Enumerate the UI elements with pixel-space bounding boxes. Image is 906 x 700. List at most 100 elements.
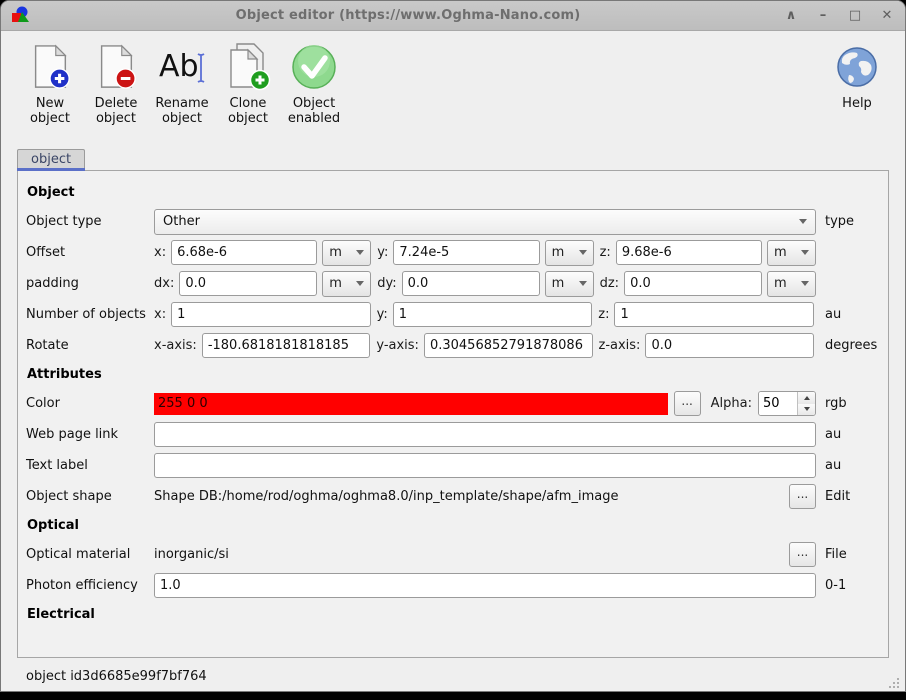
text-label-unit: au xyxy=(816,458,880,473)
number-of-objects-label: Number of objects xyxy=(26,307,154,322)
toolbar: New object Delete object Ab Rename ob xyxy=(1,31,905,146)
maximize-button[interactable]: □ xyxy=(847,8,863,23)
padding-dx-label: dx: xyxy=(154,276,174,291)
delete-object-button[interactable]: Delete object xyxy=(83,41,149,127)
rotate-x-input[interactable] xyxy=(202,333,371,358)
offset-x-input[interactable] xyxy=(171,240,317,265)
tool-button-label: Help xyxy=(842,96,872,111)
offset-y-input[interactable] xyxy=(393,240,539,265)
rotate-z-axis-label: z-axis: xyxy=(599,338,641,353)
object-shape-browse-button[interactable]: ... xyxy=(789,484,816,509)
content-area: object Object Object type Other type Off… xyxy=(1,146,905,658)
new-object-icon xyxy=(25,41,75,93)
color-row: Color 255 0 0 ... Alpha: rgb xyxy=(26,388,880,419)
app-logo-icon xyxy=(9,4,33,28)
object-type-row: Object type Other type xyxy=(26,206,880,237)
web-page-link-input[interactable] xyxy=(154,422,816,447)
nz-input[interactable] xyxy=(614,302,814,327)
chevron-down-icon xyxy=(579,281,587,286)
ny-input[interactable] xyxy=(393,302,593,327)
shade-button[interactable]: ∧ xyxy=(783,8,799,23)
object-enabled-button[interactable]: Object enabled xyxy=(281,41,347,127)
section-heading-attributes: Attributes xyxy=(26,361,880,388)
offset-y-label: y: xyxy=(377,245,388,260)
chevron-down-icon xyxy=(799,219,807,224)
clone-object-button[interactable]: Clone object xyxy=(215,41,281,127)
padding-dx-input[interactable] xyxy=(179,271,317,296)
nx-input[interactable] xyxy=(171,302,371,327)
padding-dy-unit-select[interactable]: m xyxy=(545,271,594,297)
color-label: Color xyxy=(26,396,154,411)
section-heading-electrical: Electrical xyxy=(26,601,880,628)
offset-x-unit-select[interactable]: m xyxy=(322,240,371,266)
object-shape-row: Object shape Shape DB:/home/rod/oghma/og… xyxy=(26,481,880,512)
titlebar: Object editor (https://www.Oghma-Nano.co… xyxy=(1,1,905,31)
optical-material-browse-button[interactable]: ... xyxy=(789,542,816,567)
minimize-button[interactable]: – xyxy=(815,8,831,23)
rotate-row: Rotate x-axis: y-axis: z-axis: degrees xyxy=(26,330,880,361)
rotate-y-input[interactable] xyxy=(424,333,593,358)
number-of-objects-row: Number of objects x: y: z: au xyxy=(26,299,880,330)
tool-button-label: Rename object xyxy=(149,96,215,127)
new-object-button[interactable]: New object xyxy=(17,41,83,127)
chevron-down-icon xyxy=(801,281,809,286)
nz-label: z: xyxy=(598,307,609,322)
offset-z-unit-select[interactable]: m xyxy=(767,240,816,266)
text-label-row: Text label au xyxy=(26,450,880,481)
offset-x-label: x: xyxy=(154,245,166,260)
chevron-down-icon xyxy=(579,250,587,255)
delete-object-icon xyxy=(91,41,141,93)
svg-text:Ab: Ab xyxy=(159,49,199,84)
rotate-label: Rotate xyxy=(26,338,154,353)
text-label-input[interactable] xyxy=(154,453,816,478)
rotate-y-axis-label: y-axis: xyxy=(376,338,419,353)
rename-object-button[interactable]: Ab Rename object xyxy=(149,41,215,127)
object-shape-label: Object shape xyxy=(26,489,154,504)
padding-dz-input[interactable] xyxy=(624,271,762,296)
offset-label: Offset xyxy=(26,245,154,260)
padding-dy-label: dy: xyxy=(377,276,396,291)
section-heading-object: Object xyxy=(26,179,880,206)
help-button[interactable]: Help xyxy=(827,41,887,111)
chevron-down-icon xyxy=(801,250,809,255)
optical-material-unit: File xyxy=(816,547,880,562)
spin-up-icon[interactable] xyxy=(798,392,815,404)
tool-button-label: Object enabled xyxy=(281,96,347,127)
resize-grip[interactable] xyxy=(888,677,900,689)
section-heading-optical: Optical xyxy=(26,512,880,539)
tool-button-label: Delete object xyxy=(83,96,149,127)
padding-label: padding xyxy=(26,276,154,291)
object-type-value: Other xyxy=(163,214,799,229)
object-editor-window: Object editor (https://www.Oghma-Nano.co… xyxy=(0,0,906,692)
rotate-z-input[interactable] xyxy=(645,333,814,358)
object-panel: Object Object type Other type Offset x: xyxy=(17,170,889,658)
alpha-label: Alpha: xyxy=(711,396,752,411)
tool-button-label: New object xyxy=(17,96,83,127)
offset-y-unit-select[interactable]: m xyxy=(545,240,594,266)
photon-efficiency-input[interactable] xyxy=(154,573,816,598)
alpha-input[interactable] xyxy=(759,392,797,415)
object-type-unit: type xyxy=(816,214,880,229)
padding-dz-unit-select[interactable]: m xyxy=(767,271,816,297)
web-page-link-label: Web page link xyxy=(26,427,154,442)
color-browse-button[interactable]: ... xyxy=(674,391,701,416)
offset-row: Offset x: m y: m z: xyxy=(26,237,880,268)
tab-object[interactable]: object xyxy=(17,149,85,168)
optical-material-row: Optical material inorganic/si ... File xyxy=(26,539,880,570)
padding-dy-input[interactable] xyxy=(402,271,540,296)
window-title: Object editor (https://www.Oghma-Nano.co… xyxy=(33,8,783,23)
optical-material-label: Optical material xyxy=(26,547,154,562)
chevron-down-icon xyxy=(356,250,364,255)
status-text: object id3d6685e99f7bf764 xyxy=(26,669,207,684)
padding-dx-unit-select[interactable]: m xyxy=(322,271,371,297)
object-type-label: Object type xyxy=(26,214,154,229)
photon-efficiency-row: Photon efficiency 0-1 xyxy=(26,570,880,601)
close-button[interactable]: ✕ xyxy=(879,8,895,23)
color-swatch[interactable]: 255 0 0 xyxy=(154,393,668,415)
ny-label: y: xyxy=(377,307,388,322)
clone-object-icon xyxy=(223,41,273,93)
object-type-select[interactable]: Other xyxy=(154,209,816,235)
spin-down-icon[interactable] xyxy=(798,404,815,416)
photon-efficiency-label: Photon efficiency xyxy=(26,578,154,593)
offset-z-input[interactable] xyxy=(616,240,762,265)
